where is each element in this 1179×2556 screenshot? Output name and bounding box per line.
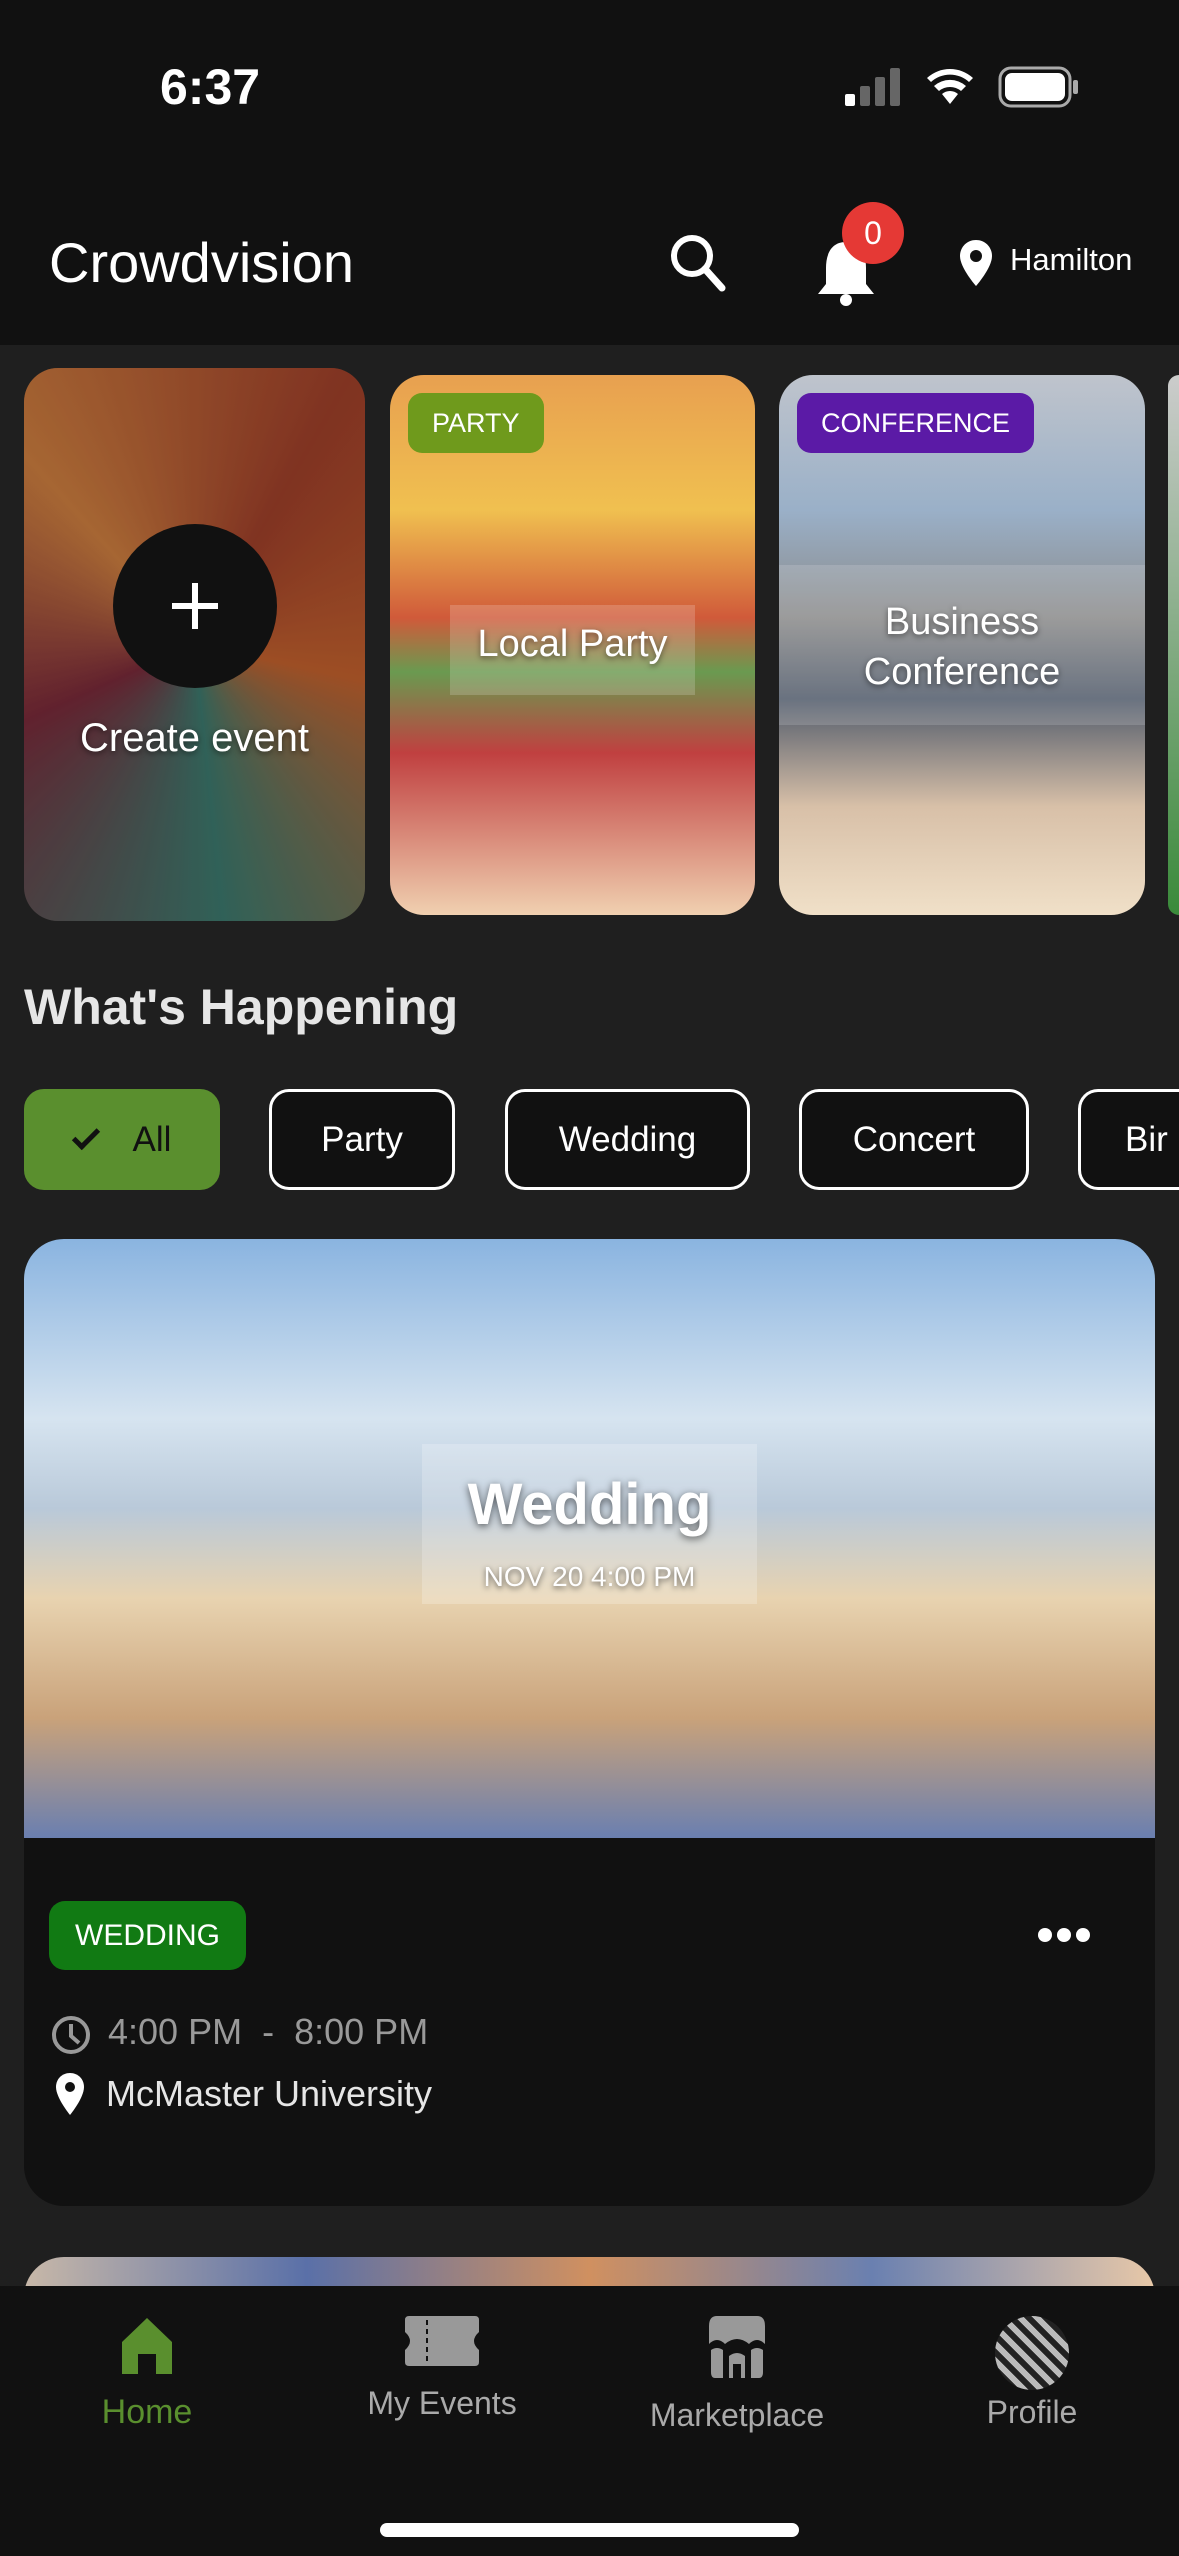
nav-label: Marketplace [649, 2397, 825, 2433]
nav-profile[interactable]: Profile [885, 2316, 1179, 2431]
category-tag: PARTY [408, 393, 544, 453]
status-time: 6:37 [160, 59, 261, 115]
filter-chip-wedding[interactable]: Wedding [505, 1089, 750, 1190]
home-icon [122, 2318, 172, 2374]
event-card-business-conference[interactable]: CONFERENCE Business Conference [779, 375, 1145, 915]
event-card-local-party[interactable]: PARTY Local Party [390, 375, 755, 915]
event-image-date: NOV 20 4:00 PM [483, 1561, 696, 1592]
nav-home[interactable]: Home [0, 2316, 294, 2432]
app-title: Crowdvision [49, 231, 354, 294]
battery-icon [998, 66, 1078, 108]
event-title: Business Conference [863, 601, 1061, 693]
home-indicator [380, 2523, 799, 2537]
nav-marketplace[interactable]: Marketplace [590, 2316, 884, 2434]
filter-chip-birthday[interactable]: Bir [1078, 1089, 1179, 1190]
event-title: Local Party [477, 623, 668, 665]
event-location: McMaster University [106, 2073, 433, 2114]
event-image-title: Wedding [467, 1472, 712, 1537]
notification-badge: 0 [842, 202, 904, 264]
section-title: What's Happening [24, 979, 459, 1035]
time-separator: - [262, 2011, 275, 2052]
wifi-icon [927, 69, 973, 104]
start-time: 4:00 PM [108, 2011, 243, 2052]
end-time: 8:00 PM [294, 2011, 429, 2052]
clock-icon [52, 2016, 90, 2054]
event-time: 4:00 PM - 8:00 PM [108, 2011, 428, 2053]
filter-chip-concert[interactable]: Concert [799, 1089, 1029, 1190]
create-event-label: Create event [79, 716, 310, 760]
location-pin-icon [960, 240, 992, 286]
check-icon [71, 1121, 100, 1151]
nav-label: Profile [986, 2394, 1078, 2430]
nav-label: My Events [367, 2385, 517, 2421]
event-card-wedding[interactable]: Wedding NOV 20 4:00 PM WEDDING 4:00 PM -… [24, 1239, 1155, 2206]
filter-chip-all[interactable]: All [24, 1089, 220, 1190]
create-event-card[interactable]: Create event [24, 368, 365, 921]
avatar [995, 2316, 1069, 2390]
search-icon[interactable] [668, 232, 728, 296]
nav-my-events[interactable]: My Events [295, 2316, 589, 2422]
filter-chip-party[interactable]: Party [269, 1089, 455, 1190]
signal-icon [845, 68, 900, 106]
location-pin-icon [56, 2073, 84, 2115]
category-tag: CONFERENCE [797, 393, 1035, 453]
app-header: Crowdvision 0 Hamilton [0, 180, 1179, 345]
chip-label: All [132, 1120, 172, 1159]
location-selector[interactable]: Hamilton [1010, 242, 1132, 278]
more-options-icon[interactable] [1034, 1914, 1094, 1954]
plus-icon [113, 524, 277, 688]
category-tag: WEDDING [49, 1901, 246, 1970]
bottom-nav: Home My Events Marketplace Profile [0, 2286, 1179, 2556]
ticket-icon [405, 2316, 479, 2366]
event-card-partial[interactable] [1168, 375, 1179, 915]
nav-label: Home [101, 2393, 193, 2431]
storefront-icon [709, 2316, 765, 2378]
status-bar: 6:37 [0, 0, 1179, 180]
event-image: Wedding NOV 20 4:00 PM [24, 1239, 1155, 1838]
